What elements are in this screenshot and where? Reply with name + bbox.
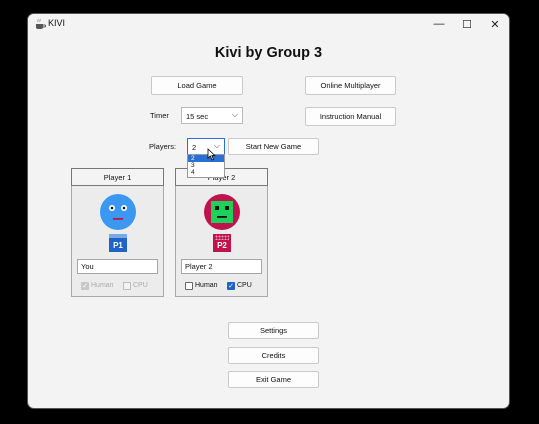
- players-option[interactable]: 2: [188, 155, 224, 162]
- close-button[interactable]: ✕: [481, 14, 509, 34]
- java-cup-icon: [36, 18, 46, 29]
- player-1-panel: Player 1 P1 You ✓ Human CPU: [71, 168, 164, 297]
- player-2-cpu-label: CPU: [237, 282, 252, 289]
- settings-button[interactable]: Settings: [228, 322, 319, 339]
- player-2-badge: P2: [213, 234, 231, 252]
- instruction-manual-button[interactable]: Instruction Manual: [305, 107, 396, 126]
- chevron-down-icon: ⌵: [231, 110, 238, 119]
- player-1-header: Player 1: [71, 168, 164, 186]
- player-1-avatar: [100, 194, 136, 230]
- page-title: Kivi by Group 3: [214, 45, 323, 61]
- players-option[interactable]: 3: [188, 162, 224, 169]
- maximize-button[interactable]: ☐: [453, 14, 481, 34]
- player-2-panel: Player 2 P2 Player 2 Human ✓ CPU: [175, 168, 268, 297]
- player-1-cpu-checkbox[interactable]: [123, 282, 131, 290]
- online-multiplayer-button[interactable]: Online Multiplayer: [305, 76, 396, 95]
- player-2-human-checkbox[interactable]: [185, 282, 193, 290]
- player-1-badge-label: P1: [113, 241, 123, 250]
- mouse-cursor-icon: [207, 148, 216, 161]
- player-2-human-label: Human: [195, 282, 218, 289]
- player-1-name-input[interactable]: You: [77, 259, 158, 274]
- player-1-cpu-label: CPU: [133, 282, 148, 289]
- players-select[interactable]: 2 ⌵: [187, 138, 225, 155]
- player-1-human-label: Human: [91, 282, 114, 289]
- load-game-button[interactable]: Load Game: [151, 76, 243, 95]
- players-value: 2: [192, 143, 197, 152]
- window-title: KIVI: [48, 18, 66, 28]
- players-option[interactable]: 4: [188, 169, 224, 176]
- timer-select[interactable]: 15 sec ⌵: [181, 107, 243, 124]
- timer-label: Timer: [150, 111, 169, 120]
- credits-button[interactable]: Credits: [228, 347, 319, 364]
- player-1-badge: P1: [109, 234, 127, 252]
- kivi-window: KIVI — ☐ ✕ Kivi by Group 3 Load Game Onl…: [28, 14, 509, 408]
- player-2-badge-label: P2: [217, 241, 227, 250]
- start-new-game-button[interactable]: Start New Game: [228, 138, 319, 155]
- title-bar[interactable]: KIVI — ☐ ✕: [28, 14, 509, 34]
- player-2-name-input[interactable]: Player 2: [181, 259, 262, 274]
- exit-game-button[interactable]: Exit Game: [228, 371, 319, 388]
- timer-value: 15 sec: [186, 112, 209, 121]
- players-dropdown-list: 2 3 4: [187, 154, 225, 178]
- player-2-avatar: [204, 194, 240, 230]
- players-label: Players:: [149, 142, 177, 151]
- minimize-button[interactable]: —: [425, 14, 453, 34]
- player-2-cpu-checkbox[interactable]: ✓: [227, 282, 235, 290]
- player-1-human-checkbox[interactable]: ✓: [81, 282, 89, 290]
